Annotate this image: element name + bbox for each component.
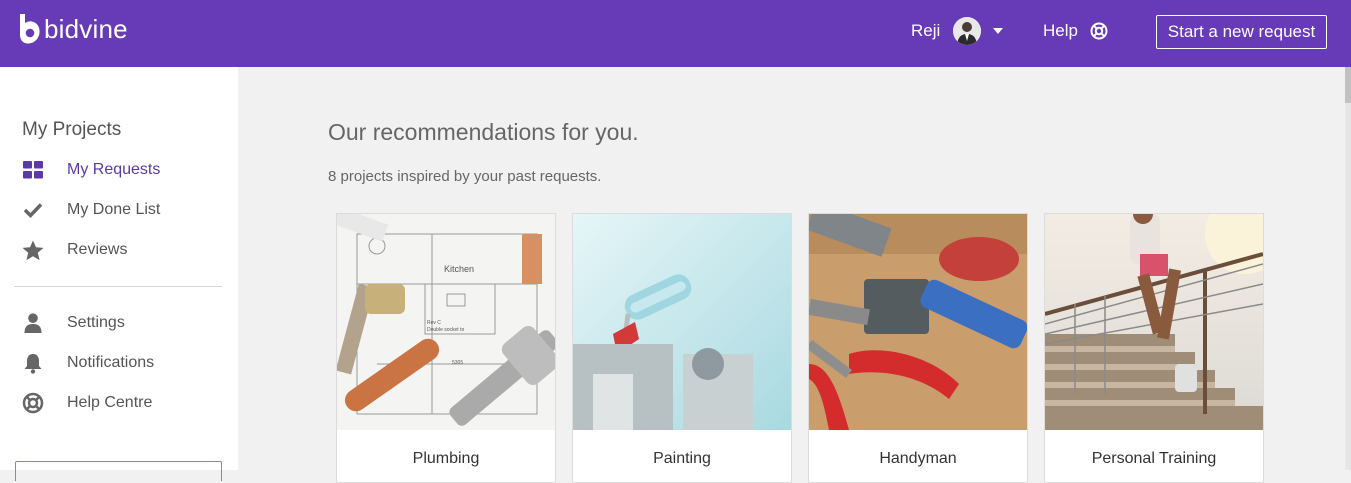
card-label: Handyman	[879, 450, 957, 467]
painting-image	[573, 214, 791, 430]
user-menu[interactable]: Reji	[911, 17, 1004, 45]
personal-training-image	[1045, 214, 1263, 430]
project-card-personal-training[interactable]: Personal Training	[1044, 213, 1264, 483]
sidebar-promo-box[interactable]	[15, 461, 222, 481]
page-title: Our recommendations for you.	[328, 119, 639, 145]
handyman-image	[809, 214, 1027, 430]
sidebar-item-label: My Done List	[67, 201, 161, 218]
sidebar-item-my-requests[interactable]: My Requests	[22, 159, 160, 181]
start-new-request-button[interactable]: Start a new request	[1156, 15, 1327, 49]
project-card-handyman[interactable]: Handyman	[808, 213, 1028, 483]
grid-icon	[22, 159, 44, 181]
page-subtitle: 8 projects inspired by your past request…	[328, 168, 602, 185]
top-bar: bidvine Reji Help Start a new request	[0, 0, 1351, 67]
sidebar-item-label: My Requests	[67, 161, 161, 178]
avatar[interactable]	[953, 17, 982, 45]
card-label: Plumbing	[412, 450, 480, 467]
sidebar-item-reviews[interactable]: Reviews	[22, 239, 127, 261]
bell-icon	[22, 352, 44, 374]
help-label: Help	[1043, 21, 1078, 40]
sidebar: My Projects My Requests My Done List Rev…	[0, 67, 238, 481]
star-icon	[22, 239, 44, 261]
chevron-down-icon[interactable]	[993, 28, 1004, 34]
sidebar-divider	[14, 286, 222, 287]
person-icon	[22, 312, 44, 334]
project-card-plumbing[interactable]: Kitchen Rev C Double socket to 5305 Plum…	[336, 213, 556, 483]
project-card-painting[interactable]: Painting	[572, 213, 792, 483]
user-name: Reji	[911, 21, 941, 40]
sidebar-item-my-done-list[interactable]: My Done List	[22, 199, 160, 221]
lifebuoy-icon	[1090, 22, 1108, 40]
sidebar-item-label: Notifications	[67, 354, 155, 371]
sidebar-title: My Projects	[22, 119, 122, 140]
svg-text:Kitchen: Kitchen	[444, 264, 474, 274]
svg-text:Double socket to: Double socket to	[427, 327, 464, 333]
card-label: Painting	[653, 450, 711, 467]
card-label: Personal Training	[1091, 450, 1217, 467]
sidebar-item-label: Reviews	[67, 241, 128, 258]
check-icon	[22, 199, 44, 221]
lifebuoy-icon	[22, 392, 44, 414]
sidebar-item-settings[interactable]: Settings	[22, 312, 125, 334]
sidebar-item-label: Help Centre	[67, 394, 153, 411]
scrollbar-track[interactable]	[1345, 67, 1351, 470]
svg-text:Rev C: Rev C	[427, 320, 441, 326]
help-link[interactable]: Help	[1043, 21, 1108, 41]
sidebar-item-notifications[interactable]: Notifications	[22, 352, 154, 374]
sidebar-item-help-centre[interactable]: Help Centre	[22, 392, 152, 414]
scrollbar-thumb[interactable]	[1345, 67, 1351, 103]
svg-text:5305: 5305	[452, 360, 463, 366]
plumbing-image: Kitchen Rev C Double socket to 5305	[337, 214, 555, 430]
bidvine-logo-icon	[20, 14, 40, 44]
sidebar-item-label: Settings	[67, 314, 125, 331]
brand-name: bidvine	[44, 13, 128, 44]
avatar-image	[953, 17, 982, 45]
bidvine-logo[interactable]: bidvine	[17, 13, 128, 45]
